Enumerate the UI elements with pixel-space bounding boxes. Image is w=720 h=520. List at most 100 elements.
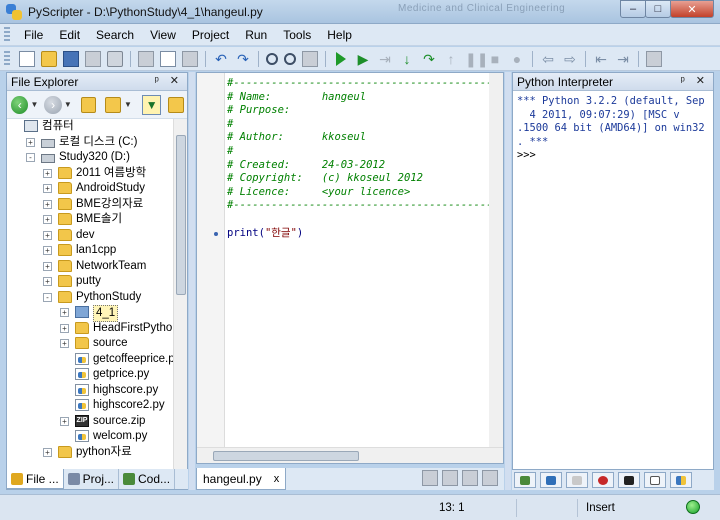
code-line[interactable] [227,213,501,227]
copy-icon[interactable] [160,50,176,67]
tab-file-explorer[interactable]: File ... [6,469,64,489]
tree-item[interactable]: + 로컬 디스크 (C:) [7,135,173,151]
expand-icon[interactable]: + [60,308,69,317]
debug-icon[interactable]: ▶ [355,51,371,67]
code-line[interactable]: print("한글") [227,227,501,241]
toggle-breakpoint-icon[interactable]: ● [509,51,525,67]
tab-project[interactable]: Proj... [64,469,120,489]
menu-run[interactable]: Run [237,28,275,42]
tree-item[interactable]: + ZIP source.zip [7,414,173,430]
redo-icon[interactable]: ↷ [235,51,251,67]
expand-icon[interactable]: + [26,137,35,147]
expand-icon[interactable]: + [43,199,52,209]
tree-item[interactable]: getcoffeeprice.py [7,352,173,368]
tree-item[interactable]: highscore2.py [7,398,173,414]
code-line[interactable]: # Author: kkoseul [227,131,501,145]
indent-icon[interactable]: ⇤ [593,51,609,67]
paste-icon[interactable] [182,50,198,67]
new-file-icon[interactable] [19,50,35,67]
menu-project[interactable]: Project [184,28,237,42]
python-interpreter-panel[interactable]: Python Interpreter ᵖ ✕ *** Python 3.2.2 … [512,72,714,470]
back-icon[interactable]: ⇦ [540,51,556,67]
replace-icon[interactable] [302,50,318,67]
tree-item[interactable]: +4_1 [7,305,173,322]
minimize-button[interactable]: – [620,0,646,18]
chevron-down-icon[interactable]: ▼ [124,100,132,109]
menu-grip[interactable] [4,26,10,43]
expand-icon[interactable]: + [43,447,52,457]
call-stack-icon[interactable] [514,472,536,488]
tree-item[interactable]: + BME솔기 [7,212,173,228]
menu-search[interactable]: Search [88,28,142,42]
layout-icon[interactable] [646,50,662,67]
panel-pin-close-icon[interactable]: ᵖ ✕ [155,74,183,87]
code-line[interactable]: # Name: hangeul [227,91,501,105]
toolbar-grip[interactable] [4,50,10,67]
code-line[interactable]: # [227,145,501,159]
code-line[interactable]: # Created: 24-03-2012 [227,159,501,173]
collapse-icon[interactable]: - [43,292,52,302]
undo-icon[interactable]: ↶ [213,51,229,67]
tree-item[interactable]: + BME강의자료 [7,197,173,213]
tree-item[interactable]: +2011 여름방학 [7,166,173,182]
code-line[interactable]: #---------------------------------------… [227,199,501,213]
interpreter-prompt[interactable]: >>> [517,149,536,161]
expand-icon[interactable]: + [43,215,52,224]
code-line[interactable]: #---------------------------------------… [227,77,501,91]
expand-icon[interactable]: + [60,323,69,333]
step-over-icon[interactable]: ↷ [421,51,437,67]
forward-icon[interactable]: ⇨ [562,51,578,67]
messages-icon[interactable] [644,472,666,488]
tree-item[interactable]: + putty [7,274,173,290]
code-line[interactable]: # [227,118,501,132]
menu-file[interactable]: File [16,28,51,42]
step-into-icon[interactable]: ↓ [399,51,415,67]
scrollbar-thumb[interactable] [213,451,359,461]
tree-item[interactable]: getprice.py [7,367,173,383]
folder-up-icon[interactable] [80,96,97,113]
tree-item[interactable]: + lan1cpp [7,243,173,259]
step-out-icon[interactable]: ↑ [443,51,459,67]
expand-icon[interactable]: + [43,168,52,178]
panel-pin-close-icon[interactable]: ᵖ ✕ [681,74,709,87]
dedent-icon[interactable]: ⇥ [615,51,631,67]
tree-item[interactable]: + NetworkTeam [7,259,173,275]
code-line[interactable]: # Purpose: [227,104,501,118]
chevron-down-icon[interactable]: ▼ [30,100,38,109]
expand-icon[interactable]: + [43,246,52,255]
tree-item[interactable]: + HeadFirstPython [7,321,173,337]
print-icon[interactable] [107,50,123,67]
code-area[interactable]: #---------------------------------------… [227,77,501,447]
right-splitter[interactable] [505,72,511,490]
tab-hangeul-py[interactable]: hangeul.py x [196,468,287,490]
tree-item[interactable]: - Study320 (D:) [7,150,173,166]
variables-icon[interactable] [540,472,562,488]
python-console-icon[interactable] [670,472,692,488]
breakpoints-icon[interactable] [592,472,614,488]
menu-edit[interactable]: Edit [51,28,88,42]
tree-item[interactable]: highscore.py [7,383,173,399]
menu-help[interactable]: Help [319,28,360,42]
find-icon[interactable] [266,52,278,65]
expand-icon[interactable]: + [60,416,69,426]
tree-item[interactable]: + AndroidStudy [7,181,173,197]
chevron-down-icon[interactable]: ▼ [64,100,72,109]
maximize-button[interactable]: □ [645,0,671,18]
new-folder-icon[interactable] [168,96,184,113]
code-editor[interactable]: #---------------------------------------… [196,72,504,464]
editor-gutter[interactable] [197,73,225,447]
menu-view[interactable]: View [142,28,184,42]
left-splitter[interactable] [189,72,195,490]
tree-item[interactable]: + dev [7,228,173,244]
split-horizontal-icon[interactable] [462,470,478,486]
tree-item[interactable]: + source [7,336,173,352]
open-file-icon[interactable] [41,50,57,67]
interpreter-output[interactable]: *** Python 3.2.2 (default, Sep 4 2011, 0… [517,95,713,163]
back-arrow-icon[interactable]: ‹ [11,95,29,114]
forward-arrow-icon[interactable]: › [44,95,62,114]
save-icon[interactable] [63,50,79,67]
filter-icon[interactable]: ▼ [141,94,162,115]
expand-icon[interactable]: + [43,230,52,240]
tree-item[interactable]: welcom.py [7,429,173,445]
close-editor-icon[interactable] [482,470,498,486]
